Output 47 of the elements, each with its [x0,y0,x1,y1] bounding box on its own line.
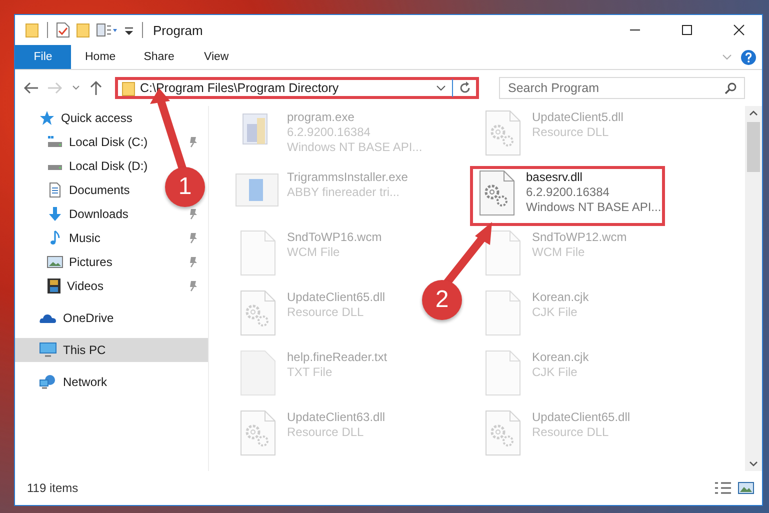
maximize-icon [681,24,693,36]
close-icon [733,24,745,36]
address-path: C:\Program Files\Program Directory [140,81,340,95]
properties-icon[interactable] [56,22,70,38]
window-title: Program [153,22,203,38]
chevron-down-icon[interactable] [435,83,447,93]
nav-item[interactable]: Music [15,226,108,250]
file-item[interactable]: basesrv.dll 6.2.9200.16384 Windows NT BASE API... [470,166,666,226]
ribbon-tab[interactable]: Share [130,45,188,69]
star-icon [39,110,55,126]
ribbon-tab[interactable]: File [15,45,71,69]
tiles-view-icon[interactable] [738,481,754,495]
nav-item[interactable]: OneDrive [15,306,208,330]
monitor-icon [39,342,57,358]
nav-item[interactable]: Local Disk (C:) [15,130,156,154]
up-arrow-icon[interactable] [89,80,103,96]
nav-item[interactable]: Network [15,370,208,394]
vertical-scrollbar[interactable] [745,106,762,471]
details-view-icon[interactable] [714,481,732,495]
address-field[interactable]: C:\Program Files\Program Directory [115,77,479,99]
network-icon [39,374,57,390]
scroll-up-icon[interactable] [749,110,758,116]
nav-item[interactable]: Videos [15,274,112,298]
drive-icon [47,135,63,149]
cloud-icon [39,312,57,324]
view-dropdown-icon[interactable] [96,22,118,38]
search-icon [724,82,737,95]
folder-icon [122,80,135,96]
scrollbar-thumb[interactable] [747,122,760,172]
nav-item[interactable]: Quick access [15,106,208,130]
download-arrow-icon [47,206,63,222]
ribbon-tab[interactable]: View [188,45,244,69]
item-count: 119 items [27,481,78,495]
scroll-down-icon[interactable] [749,461,758,467]
document-icon [47,182,63,198]
search-field[interactable]: Search Program [499,77,745,99]
picture-icon [47,255,63,269]
nav-item[interactable]: This PC [15,338,208,362]
nav-item[interactable]: Downloads [15,202,136,226]
nav-item[interactable]: Pictures [15,250,120,274]
back-arrow-icon[interactable] [23,81,39,95]
refresh-icon[interactable] [458,81,472,95]
ribbon-tab[interactable]: Home [71,45,130,69]
nav-item[interactable]: Local Disk (D:) [15,154,156,178]
help-icon[interactable] [741,50,756,64]
nav-item[interactable]: Documents [15,178,138,202]
film-icon [47,278,61,294]
